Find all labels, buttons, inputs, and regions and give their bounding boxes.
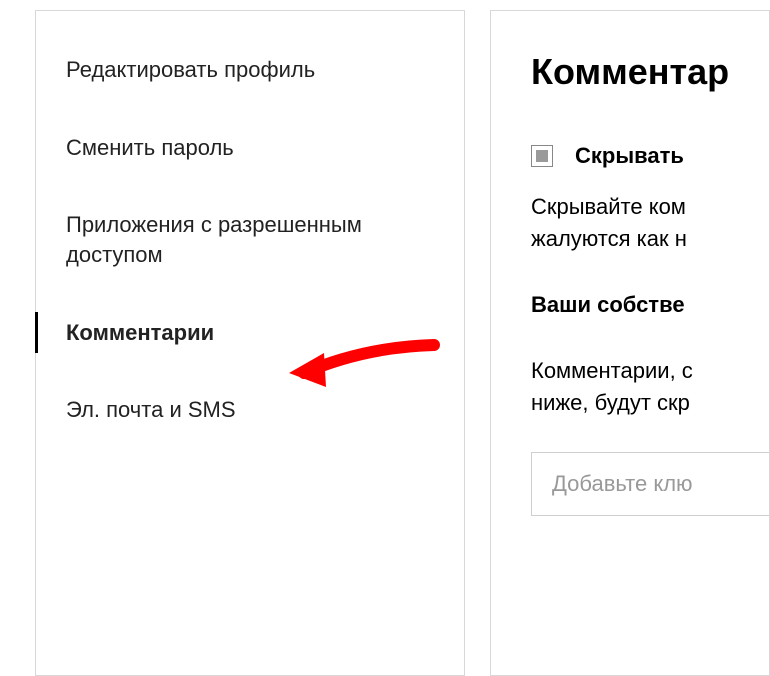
description-text-1: Скрывайте ком жалуются как н	[531, 191, 769, 255]
subheading: Ваши собстве	[531, 289, 769, 321]
checkbox-inner-icon	[536, 150, 548, 162]
sidebar-item-email-sms[interactable]: Эл. почта и SMS	[36, 371, 464, 449]
keywords-input[interactable]: Добавьте клю	[531, 452, 770, 516]
sidebar-item-comments[interactable]: Комментарии	[36, 294, 464, 372]
sidebar-item-label: Комментарии	[66, 320, 214, 345]
description-text-2: Комментарии, с ниже, будут скр	[531, 355, 769, 419]
sidebar-item-edit-profile[interactable]: Редактировать профиль	[36, 31, 464, 109]
sidebar-item-label: Сменить пароль	[66, 135, 234, 160]
sidebar-item-label: Редактировать профиль	[66, 57, 315, 82]
keywords-input-placeholder: Добавьте клю	[552, 471, 693, 496]
hide-checkbox-label: Скрывать	[575, 143, 684, 169]
hide-checkbox-row: Скрывать	[531, 143, 769, 169]
hide-checkbox[interactable]	[531, 145, 553, 167]
sidebar-item-change-password[interactable]: Сменить пароль	[36, 109, 464, 187]
sidebar-item-apps-access[interactable]: Приложения с разрешенным доступом	[36, 186, 464, 293]
sidebar-item-label: Приложения с разрешенным доступом	[66, 212, 362, 267]
settings-sidebar: Редактировать профиль Сменить пароль При…	[35, 10, 465, 676]
page-title: Комментар	[531, 51, 769, 93]
sidebar-item-label: Эл. почта и SMS	[66, 397, 236, 422]
main-content: Комментар Скрывать Скрывайте ком жалуютс…	[490, 10, 770, 676]
